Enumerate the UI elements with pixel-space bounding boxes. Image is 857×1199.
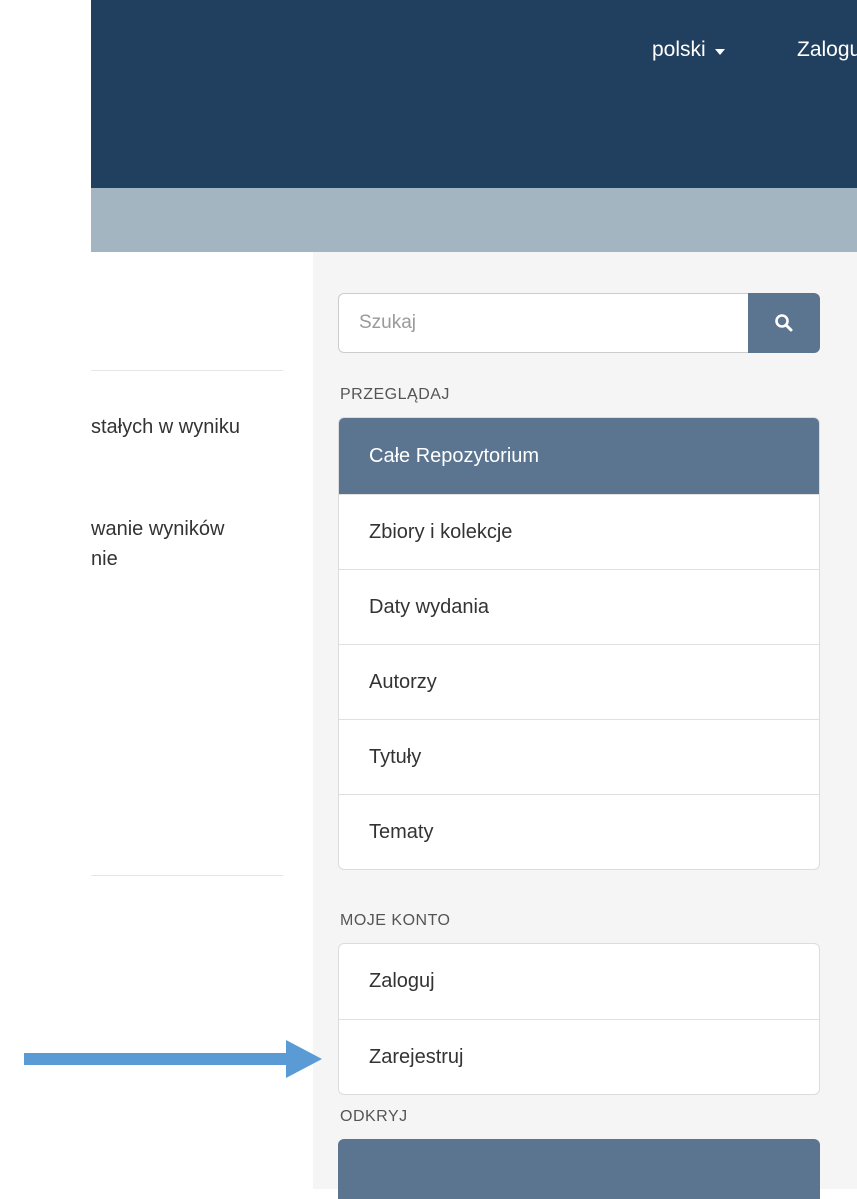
browse-item-collections[interactable]: Zbiory i kolekcje [339, 494, 819, 569]
login-link[interactable]: Zaloguj [797, 38, 857, 62]
browse-item-dates[interactable]: Daty wydania [339, 569, 819, 644]
content-text-fragment: wanie wyników [91, 518, 225, 540]
account-item-register[interactable]: Zarejestruj [339, 1019, 819, 1094]
content-text-fragment: nie [91, 548, 118, 570]
browse-item-all-repository[interactable]: Całe Repozytorium [339, 418, 819, 494]
browse-item-subjects[interactable]: Tematy [339, 794, 819, 869]
browse-heading: PRZEGLĄDAJ [340, 386, 450, 403]
search-icon [775, 314, 793, 332]
language-dropdown[interactable]: polski [652, 38, 725, 62]
browse-list: Całe Repozytorium Zbiory i kolekcje Daty… [338, 417, 820, 870]
search-input[interactable] [338, 293, 748, 353]
content-divider-bottom [91, 875, 283, 876]
language-label: polski [652, 38, 706, 61]
content-text-fragment: stałych w wyniku [91, 416, 240, 438]
content-divider-top [91, 370, 283, 371]
breadcrumb-bar [91, 188, 857, 252]
discover-heading: ODKRYJ [340, 1108, 408, 1125]
account-heading: MOJE KONTO [340, 912, 451, 929]
discover-panel [338, 1139, 820, 1199]
caret-down-icon [714, 48, 725, 55]
browse-item-titles[interactable]: Tytuły [339, 719, 819, 794]
account-item-login[interactable]: Zaloguj [339, 944, 819, 1019]
account-list: Zaloguj Zarejestruj [338, 943, 820, 1095]
browse-item-authors[interactable]: Autorzy [339, 644, 819, 719]
annotation-arrow-icon [24, 1040, 322, 1078]
header-navbar: polski Zaloguj [91, 0, 857, 188]
search-button[interactable] [748, 293, 820, 353]
